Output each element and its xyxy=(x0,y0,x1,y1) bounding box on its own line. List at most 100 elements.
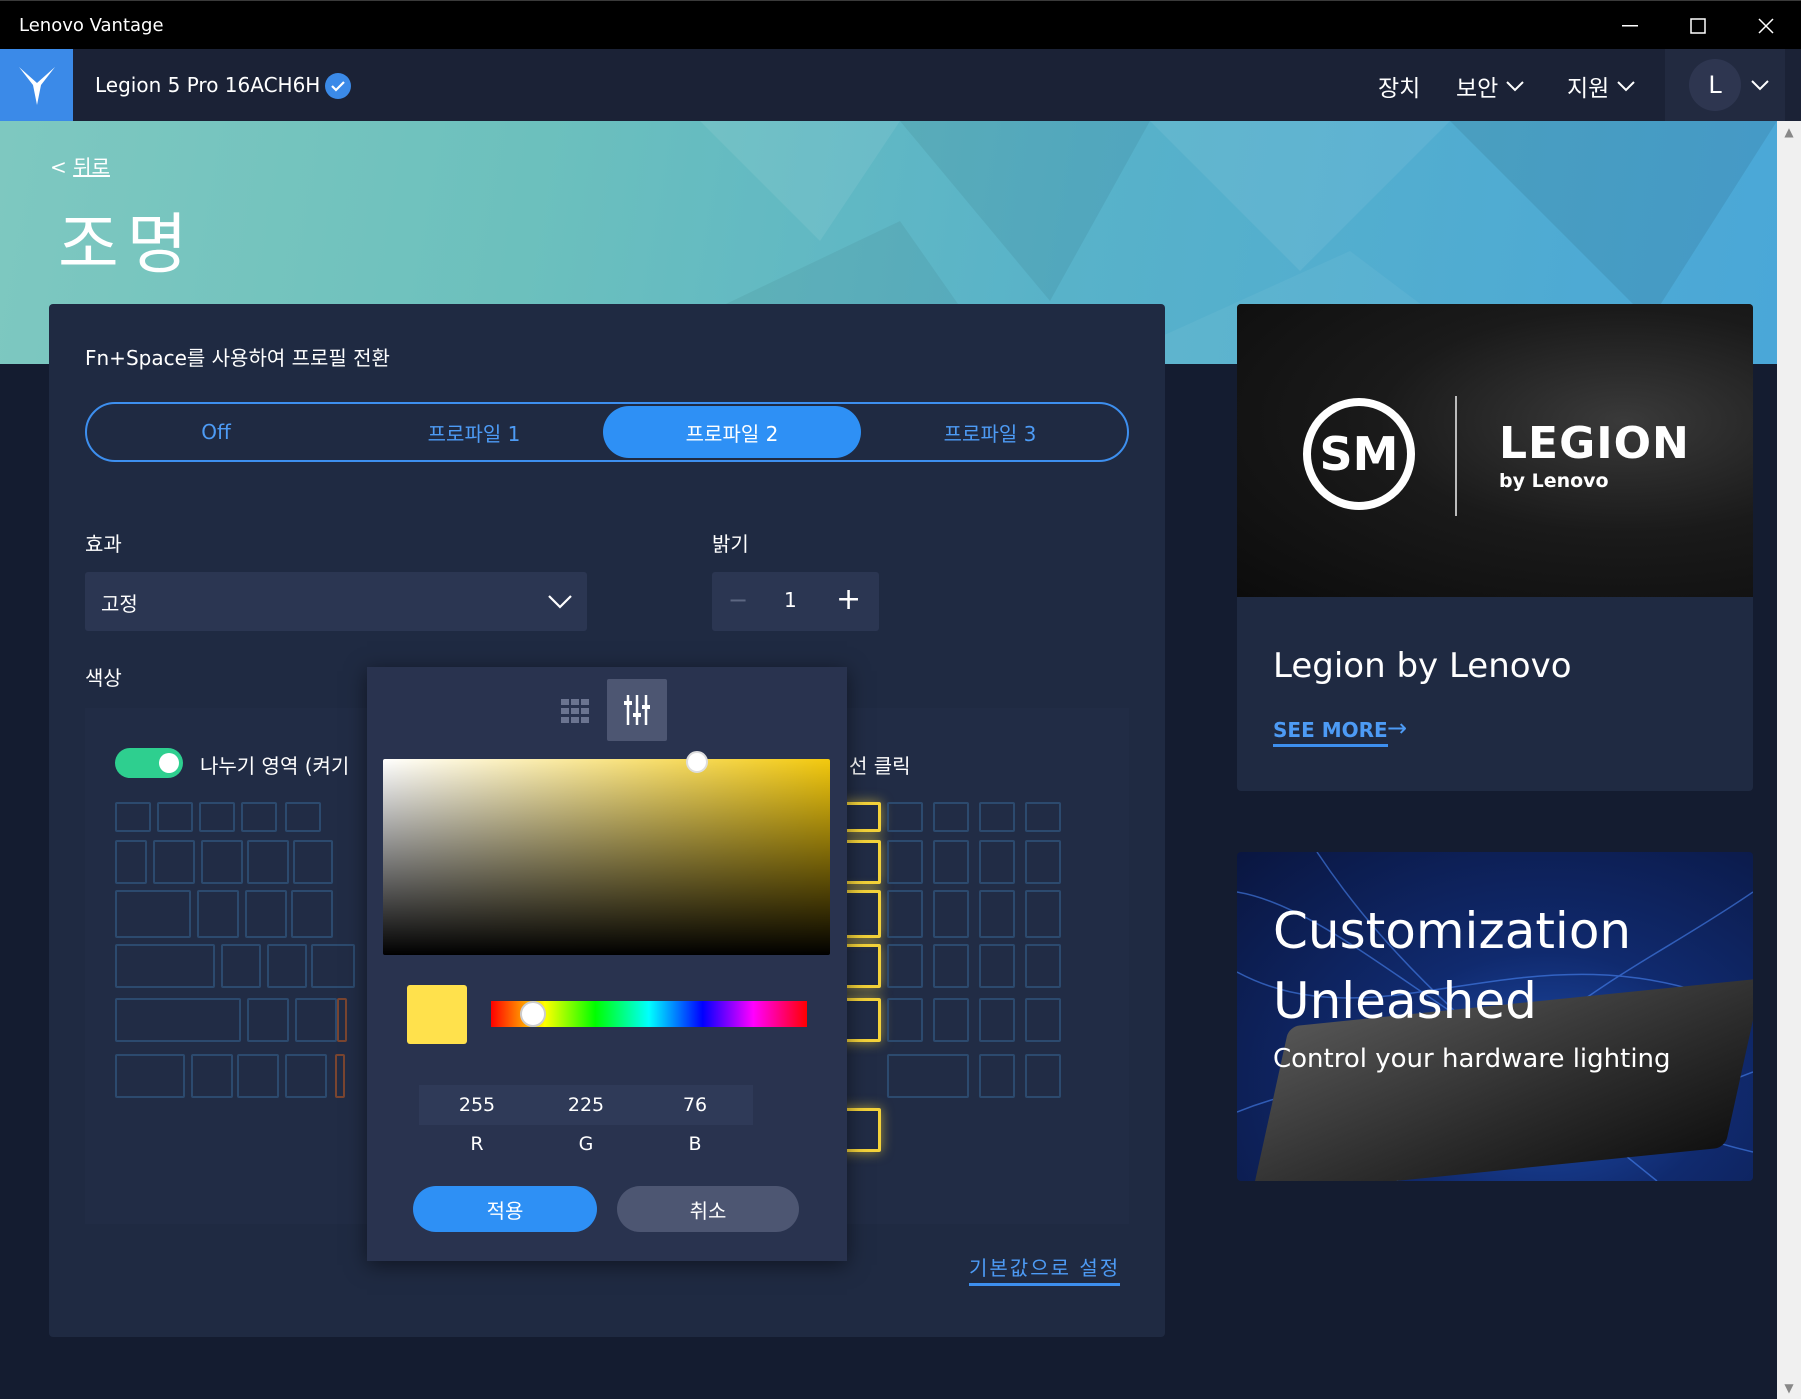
keyboard-key[interactable] xyxy=(267,944,307,988)
keyboard-key[interactable] xyxy=(933,802,969,832)
keyboard-key[interactable] xyxy=(1025,890,1061,938)
maximize-icon[interactable] xyxy=(1664,1,1732,50)
keyboard-key[interactable] xyxy=(887,802,923,832)
keyboard-key[interactable] xyxy=(197,890,239,938)
customization-promo-card[interactable]: Customization Unleashed Control your har… xyxy=(1237,852,1753,1181)
keyboard-key[interactable] xyxy=(887,1054,969,1098)
promo-headline: Customization Unleashed xyxy=(1273,896,1631,1036)
keyboard-key[interactable] xyxy=(933,998,969,1042)
keyboard-key[interactable] xyxy=(979,840,1015,884)
close-icon[interactable] xyxy=(1732,1,1800,50)
brightness-value: 1 xyxy=(784,588,797,612)
legion-promo-card[interactable]: SM LEGION by Lenovo Legion by Lenovo SEE… xyxy=(1237,304,1753,791)
back-link[interactable]: < 뒤로 xyxy=(50,151,110,180)
keyboard-key[interactable] xyxy=(157,802,193,832)
keyboard-key[interactable] xyxy=(221,944,261,988)
hue-slider[interactable] xyxy=(491,1001,807,1027)
profile-2[interactable]: 프로파일 2 xyxy=(603,406,861,458)
red-label: R xyxy=(470,1133,484,1155)
keyboard-key[interactable] xyxy=(979,944,1015,988)
keyboard-key[interactable] xyxy=(295,998,337,1042)
key-highlighted[interactable] xyxy=(841,840,881,884)
profile-1[interactable]: 프로파일 1 xyxy=(345,406,603,458)
plus-icon[interactable]: + xyxy=(836,582,861,617)
nav-support[interactable]: 지원 xyxy=(1567,69,1636,103)
split-zone-toggle[interactable] xyxy=(115,748,183,778)
keyboard-key[interactable] xyxy=(979,802,1015,832)
keyboard-key[interactable] xyxy=(887,998,923,1042)
keyboard-key[interactable] xyxy=(247,840,289,884)
keyboard-key[interactable] xyxy=(115,944,215,988)
blue-input[interactable]: 76 xyxy=(637,1085,753,1125)
minimize-icon[interactable] xyxy=(1596,1,1664,50)
sv-handle[interactable] xyxy=(686,751,708,773)
keyboard-key[interactable] xyxy=(293,840,333,884)
scroll-up-icon[interactable]: ▲ xyxy=(1777,121,1801,143)
keyboard-key[interactable] xyxy=(979,890,1015,938)
profile-3[interactable]: 프로파일 3 xyxy=(861,406,1119,458)
chevron-down-icon xyxy=(1751,80,1769,91)
profile-off[interactable]: Off xyxy=(87,406,345,458)
keyboard-key[interactable] xyxy=(887,890,923,938)
keyboard-key[interactable] xyxy=(1025,802,1061,832)
promo-subtitle: Control your hardware lighting xyxy=(1273,1044,1671,1074)
vertical-scrollbar[interactable]: ▲ ▼ xyxy=(1777,121,1801,1399)
keyboard-key[interactable] xyxy=(335,1054,345,1098)
keyboard-key[interactable] xyxy=(115,1054,185,1098)
nav-device[interactable]: 장치 xyxy=(1378,69,1420,103)
keyboard-key[interactable] xyxy=(199,802,235,832)
window-title: Lenovo Vantage xyxy=(19,15,164,36)
keyboard-key[interactable] xyxy=(115,802,151,832)
keyboard-key[interactable] xyxy=(241,802,277,832)
minus-icon[interactable]: − xyxy=(728,586,748,614)
logo-divider xyxy=(1455,396,1457,516)
keyboard-key[interactable] xyxy=(979,998,1015,1042)
keyboard-key[interactable] xyxy=(933,890,969,938)
keyboard-key[interactable] xyxy=(1025,1054,1061,1098)
cancel-button[interactable]: 취소 xyxy=(617,1186,799,1232)
keyboard-key[interactable] xyxy=(979,1054,1015,1098)
effect-dropdown[interactable]: 고정 xyxy=(85,572,587,631)
keyboard-key[interactable] xyxy=(1025,944,1061,988)
saturation-value-field[interactable] xyxy=(383,751,830,955)
nav-support-label: 지원 xyxy=(1567,76,1610,102)
keyboard-key[interactable] xyxy=(245,890,287,938)
apply-button[interactable]: 적용 xyxy=(413,1186,597,1232)
green-input[interactable]: 225 xyxy=(528,1085,644,1125)
reset-default-link[interactable]: 기본값으로 설정 xyxy=(969,1252,1121,1286)
esports-team-image: SM LEGION by Lenovo xyxy=(1237,304,1753,597)
keyboard-key[interactable] xyxy=(115,890,191,938)
hue-handle[interactable] xyxy=(520,1001,546,1027)
keyboard-key[interactable] xyxy=(115,840,147,884)
keyboard-key[interactable] xyxy=(285,802,321,832)
grid-mode-icon[interactable] xyxy=(559,695,593,729)
slider-mode-icon[interactable] xyxy=(607,679,667,741)
keyboard-key[interactable] xyxy=(933,840,969,884)
avatar[interactable]: L xyxy=(1689,59,1741,111)
legion-logo-icon[interactable] xyxy=(0,49,73,121)
nav-security[interactable]: 보안 xyxy=(1456,69,1525,103)
red-input[interactable]: 255 xyxy=(419,1085,535,1125)
keyboard-key[interactable] xyxy=(115,998,241,1042)
keyboard-key[interactable] xyxy=(291,890,333,938)
keyboard-key[interactable] xyxy=(887,944,923,988)
keyboard-key[interactable] xyxy=(247,998,289,1042)
blue-label: B xyxy=(688,1133,702,1155)
keyboard-key[interactable] xyxy=(237,1054,279,1098)
page-title: 조명 xyxy=(58,206,196,283)
keyboard-key[interactable] xyxy=(887,840,923,884)
keyboard-key[interactable] xyxy=(153,840,195,884)
keyboard-key[interactable] xyxy=(337,998,347,1042)
scroll-down-icon[interactable]: ▼ xyxy=(1777,1377,1801,1399)
keyboard-key[interactable] xyxy=(201,840,243,884)
keyboard-key[interactable] xyxy=(1025,998,1061,1042)
keyboard-key[interactable] xyxy=(1025,840,1061,884)
see-more-link[interactable]: SEE MORE xyxy=(1273,718,1388,747)
keyboard-key[interactable] xyxy=(311,944,355,988)
keyboard-key[interactable] xyxy=(933,944,969,988)
keyboard-key[interactable] xyxy=(191,1054,233,1098)
keyboard-key[interactable] xyxy=(285,1054,327,1098)
split-zone-label: 나누기 영역 (켜기 xyxy=(200,754,350,778)
key-highlighted[interactable] xyxy=(841,802,881,832)
user-menu[interactable]: L xyxy=(1665,49,1785,121)
